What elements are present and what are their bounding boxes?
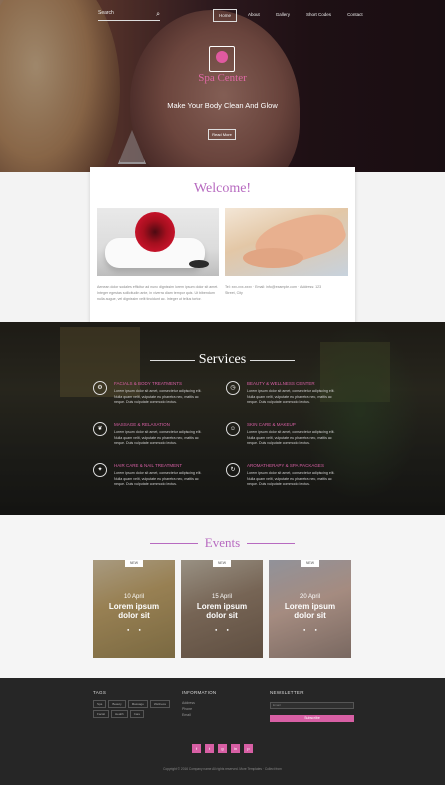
event-badge: NEW	[213, 560, 231, 567]
footer: TAGS Spa Beauty Massage Wellness Facial …	[0, 678, 445, 785]
event-badge: NEW	[301, 560, 319, 567]
event-date: 20 April	[299, 594, 320, 600]
hero-banner: Search ⌕ Home About Gallery Short Codes …	[0, 0, 445, 172]
service-title[interactable]: FACIALS & BODY TREATMENTS	[114, 381, 182, 386]
read-more-button[interactable]: Read More	[208, 129, 236, 140]
gear-icon: ⚙	[93, 381, 107, 395]
service-title[interactable]: SKIN CARE & MAKEUP	[247, 422, 296, 427]
tags-heading: TAGS	[93, 690, 107, 695]
hero-tagline: Make Your Body Clean And Glow	[167, 101, 278, 110]
twitter-icon[interactable]: t	[205, 744, 214, 753]
google-plus-icon[interactable]: g	[218, 744, 227, 753]
tag[interactable]: Care	[129, 710, 145, 718]
event-date: 15 April	[211, 594, 232, 600]
search-icon[interactable]: ⌕	[156, 10, 160, 19]
logo-mark-icon	[216, 51, 228, 63]
tag[interactable]: Spa	[93, 700, 107, 708]
linkedin-icon[interactable]: in	[231, 744, 240, 753]
welcome-image-flower	[97, 208, 219, 276]
services-section: Services ⚙ FACIALS & BODY TREATMENTS Lor…	[0, 322, 445, 515]
service-description: Lorem ipsum dolor sit amet, consectetur …	[247, 389, 335, 404]
facebook-icon[interactable]: f	[192, 744, 201, 753]
nav-item-about[interactable]: About	[243, 9, 265, 22]
service-description: Lorem ipsum dolor sit amet, consectetur …	[247, 430, 335, 445]
star-icon: ✦	[93, 463, 107, 477]
event-card[interactable]: NEW 10 April Lorem ipsum dolor sit ● ●	[93, 560, 175, 658]
social-links: f t g in p	[192, 744, 253, 753]
brand-name: Spa Center	[198, 72, 247, 84]
search-input[interactable]: Search	[98, 10, 114, 16]
pinterest-icon[interactable]: p	[244, 744, 253, 753]
refresh-icon: ↻	[226, 463, 240, 477]
service-title[interactable]: HAIR CARE & NAIL TREATMENT	[114, 463, 182, 468]
event-title[interactable]: Lorem ipsum dolor sit	[275, 602, 345, 620]
event-date: 10 April	[123, 594, 144, 600]
events-section: Events NEW 10 April Lorem ipsum dolor si…	[0, 515, 445, 678]
info-line: Email	[182, 713, 191, 717]
service-title[interactable]: AROMATHERAPY & SPA PACKAGES	[247, 463, 324, 468]
service-description: Lorem ipsum dolor sit amet, consectetur …	[114, 430, 202, 445]
event-card[interactable]: NEW 15 April Lorem ipsum dolor sit ● ●	[181, 560, 263, 658]
slider-dots[interactable]: ● ●	[127, 627, 145, 632]
leaf-icon: ❦	[93, 422, 107, 436]
welcome-contact-text: Tel: xxx-xxx-xxxx · Email: info@example.…	[225, 285, 322, 295]
nav-item-short-codes[interactable]: Short Codes	[301, 9, 336, 22]
welcome-panel: Welcome! Aenean dolor sodales efficitur …	[90, 167, 355, 334]
tag-list: Spa Beauty Massage Wellness Facial Healt…	[93, 700, 173, 718]
divider	[250, 360, 295, 361]
service-title[interactable]: BEAUTY & WELLNESS CENTER	[247, 381, 315, 386]
service-title[interactable]: MASSAGE & RELAXATION	[114, 422, 170, 427]
clock-icon: ◷	[226, 381, 240, 395]
main-nav: Home About Gallery Short Codes Contact	[213, 9, 368, 22]
subscribe-button[interactable]: Subscribe	[270, 715, 354, 722]
tag[interactable]: Facial	[93, 710, 110, 718]
slider-dots[interactable]: ● ●	[303, 627, 321, 632]
event-card[interactable]: NEW 20 April Lorem ipsum dolor sit ● ●	[269, 560, 351, 658]
logo[interactable]	[209, 46, 235, 72]
flower-image	[135, 212, 175, 252]
nav-item-contact[interactable]: Contact	[342, 9, 368, 22]
event-badge: NEW	[125, 560, 143, 567]
service-description: Lorem ipsum dolor sit amet, consectetur …	[247, 471, 335, 486]
info-heading: INFORMATION	[182, 690, 217, 695]
copyright-text: Copyright © 2016 Company name All rights…	[163, 767, 282, 771]
divider	[247, 543, 295, 544]
events-heading: Events	[150, 533, 295, 553]
welcome-image-feet	[225, 208, 348, 276]
slider-dots[interactable]: ● ●	[215, 627, 233, 632]
welcome-title: Welcome!	[193, 181, 252, 196]
nav-item-home[interactable]: Home	[213, 9, 238, 22]
service-description: Lorem ipsum dolor sit amet, consectetur …	[114, 471, 202, 486]
user-icon: ☺	[226, 422, 240, 436]
event-title[interactable]: Lorem ipsum dolor sit	[187, 602, 257, 620]
newsletter-heading: NEWSLETTER	[270, 690, 304, 695]
tag[interactable]: Massage	[127, 700, 148, 708]
tag[interactable]: Health	[111, 710, 128, 718]
event-title[interactable]: Lorem ipsum dolor sit	[99, 602, 169, 620]
welcome-text: Aenean dolor sodales efficitur ad nunc d…	[97, 285, 219, 301]
nav-item-gallery[interactable]: Gallery	[271, 9, 295, 22]
tag[interactable]: Wellness	[149, 700, 170, 708]
services-heading: Services	[150, 350, 295, 370]
service-description: Lorem ipsum dolor sit amet, consectetur …	[114, 389, 202, 404]
tag[interactable]: Beauty	[108, 700, 126, 708]
newsletter-email-input[interactable]: Email	[270, 702, 354, 709]
search-box[interactable]: Search ⌕	[98, 10, 160, 21]
info-list: Address Phone Email	[182, 700, 195, 718]
